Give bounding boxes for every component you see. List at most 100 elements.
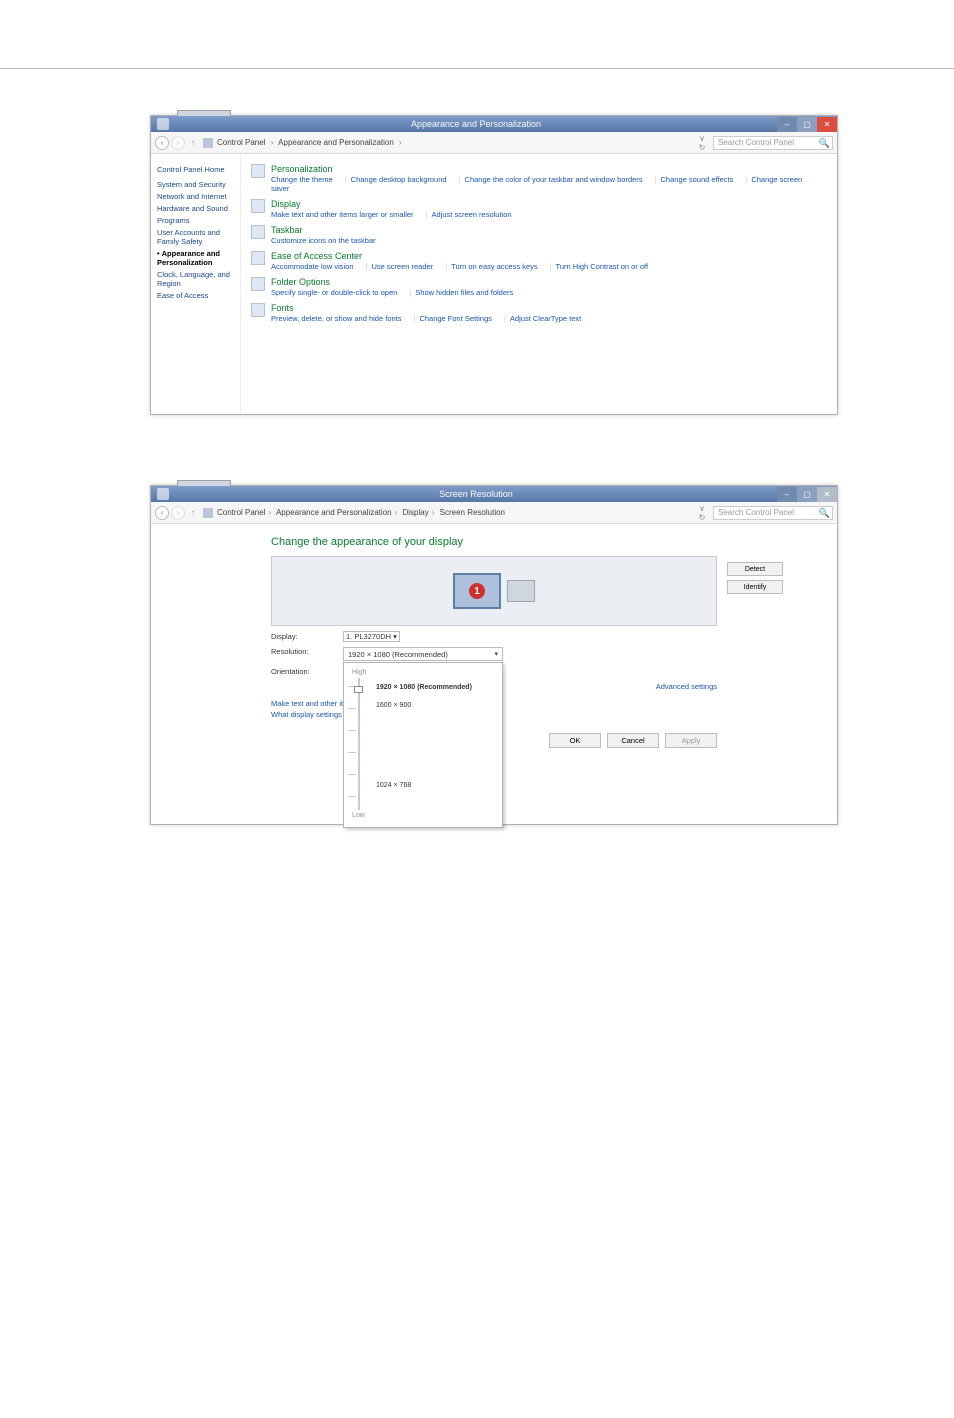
display-select[interactable]: 1. PL3270DH ▾: [343, 631, 400, 642]
sidebar-item[interactable]: User Accounts and Family Safety: [157, 228, 234, 246]
category-icon: [251, 199, 265, 213]
sidebar-item[interactable]: Network and Internet: [157, 192, 234, 201]
maximize-button[interactable]: ▢: [797, 117, 817, 132]
search-input[interactable]: Search Control Panel 🔍: [713, 136, 833, 150]
category-links: Preview, delete, or show and hide fonts|…: [271, 314, 827, 323]
category-link[interactable]: Customize icons on the taskbar: [271, 236, 376, 245]
refresh-button[interactable]: ∨ ↻: [695, 504, 709, 522]
slider-top-label: High: [352, 669, 494, 676]
breadcrumb-item[interactable]: Screen Resolution: [440, 508, 505, 517]
search-icon: 🔍: [819, 138, 830, 149]
monitor-number-badge: 1: [469, 583, 485, 599]
category-links: Customize icons on the taskbar: [271, 236, 827, 245]
category-links: Accommodate low vision|Use screen reader…: [271, 262, 827, 271]
category-link[interactable]: Turn on easy access keys: [451, 262, 537, 271]
category-heading[interactable]: Fonts: [271, 303, 827, 313]
category-link[interactable]: Change Font Settings: [419, 314, 492, 323]
category-row: TaskbarCustomize icons on the taskbar: [251, 225, 827, 245]
category-row: Folder OptionsSpecify single- or double-…: [251, 277, 827, 297]
forward-button[interactable]: ›: [171, 136, 185, 150]
category-heading[interactable]: Personalization: [271, 164, 827, 174]
breadcrumb-item[interactable]: Appearance and Personalization: [278, 138, 394, 147]
sidebar-item[interactable]: Programs: [157, 216, 234, 225]
sidebar-item-active[interactable]: Appearance and Personalization: [157, 249, 234, 267]
breadcrumb[interactable]: Control Panel› Appearance and Personaliz…: [217, 508, 505, 517]
category-link[interactable]: Preview, delete, or show and hide fonts: [271, 314, 402, 323]
category-link[interactable]: Change sound effects: [661, 175, 734, 184]
resolution-popup[interactable]: High: [343, 662, 503, 828]
sidebar-item[interactable]: Clock, Language, and Region: [157, 270, 234, 288]
titlebar[interactable]: Appearance and Personalization – ▢ ✕: [151, 116, 837, 132]
display-preview[interactable]: 1: [271, 556, 717, 626]
ok-button[interactable]: OK: [549, 733, 601, 748]
category-link[interactable]: Make text and other items larger or smal…: [271, 210, 414, 219]
breadcrumb-item[interactable]: Display: [402, 508, 428, 517]
apply-button[interactable]: Apply: [665, 733, 717, 748]
sidebar-item[interactable]: System and Security: [157, 180, 234, 189]
up-button[interactable]: ↑: [191, 508, 195, 517]
category-link[interactable]: Use screen reader: [372, 262, 434, 271]
location-icon: [203, 508, 213, 518]
breadcrumb-item[interactable]: Control Panel: [217, 138, 265, 147]
minimize-button[interactable]: –: [777, 117, 797, 132]
refresh-button[interactable]: ∨ ↻: [695, 134, 709, 152]
identify-button[interactable]: Identify: [727, 580, 783, 594]
minimize-button[interactable]: –: [777, 487, 797, 502]
category-icon: [251, 303, 265, 317]
category-heading[interactable]: Ease of Access Center: [271, 251, 827, 261]
category-link[interactable]: Adjust screen resolution: [432, 210, 512, 219]
sidebar-item[interactable]: Ease of Access: [157, 291, 234, 300]
search-input[interactable]: Search Control Panel 🔍: [713, 506, 833, 520]
close-button[interactable]: ✕: [817, 487, 837, 502]
category-link[interactable]: Change the theme: [271, 175, 333, 184]
cancel-button[interactable]: Cancel: [607, 733, 659, 748]
page-heading: Change the appearance of your display: [271, 536, 717, 548]
app-icon: [157, 488, 169, 500]
content-pane: PersonalizationChange the theme|Change d…: [241, 154, 837, 414]
category-link[interactable]: Show hidden files and folders: [415, 288, 513, 297]
category-row: PersonalizationChange the theme|Change d…: [251, 164, 827, 193]
slider-thumb[interactable]: [354, 686, 363, 693]
back-button[interactable]: ‹: [155, 136, 169, 150]
sidebar-home[interactable]: Control Panel Home: [157, 165, 234, 174]
breadcrumb-item[interactable]: Control Panel: [217, 508, 265, 517]
breadcrumb[interactable]: Control Panel › Appearance and Personali…: [217, 138, 405, 147]
detect-button[interactable]: Detect: [727, 562, 783, 576]
category-links: Specify single- or double-click to open|…: [271, 288, 827, 297]
category-link[interactable]: Accommodate low vision: [271, 262, 354, 271]
resolution-option[interactable]: 1600 × 900: [376, 696, 494, 714]
titlebar[interactable]: Screen Resolution – ▢ ✕: [151, 486, 837, 502]
app-icon: [157, 118, 169, 130]
category-heading[interactable]: Taskbar: [271, 225, 827, 235]
resolution-slider[interactable]: [352, 678, 366, 810]
category-links: Make text and other items larger or smal…: [271, 210, 827, 219]
resolution-option[interactable]: 1024 × 768: [376, 776, 494, 794]
monitor-2-icon[interactable]: [507, 580, 535, 602]
category-icon: [251, 164, 265, 178]
resolution-option[interactable]: 1920 × 1080 (Recommended): [376, 678, 494, 696]
close-button[interactable]: ✕: [817, 117, 837, 132]
window-title: Appearance and Personalization: [175, 119, 777, 129]
search-placeholder: Search Control Panel: [718, 508, 794, 517]
category-heading[interactable]: Display: [271, 199, 827, 209]
category-link[interactable]: Turn High Contrast on or off: [556, 262, 649, 271]
sidebar-item[interactable]: Hardware and Sound: [157, 204, 234, 213]
category-links: Change the theme|Change desktop backgrou…: [271, 175, 827, 193]
category-icon: [251, 225, 265, 239]
window-title: Screen Resolution: [175, 489, 777, 499]
up-button[interactable]: ↑: [191, 138, 195, 147]
sidebar: Control Panel Home System and Security N…: [151, 154, 241, 414]
advanced-settings-link[interactable]: Advanced settings: [656, 682, 717, 691]
category-link[interactable]: Specify single- or double-click to open: [271, 288, 397, 297]
category-link[interactable]: Adjust ClearType text: [510, 314, 581, 323]
breadcrumb-item[interactable]: Appearance and Personalization: [276, 508, 392, 517]
monitor-1-icon[interactable]: 1: [453, 573, 501, 609]
resolution-label: Resolution:: [271, 647, 343, 656]
resolution-select[interactable]: 1920 × 1080 (Recommended) ▾: [343, 647, 503, 661]
category-link[interactable]: Change desktop background: [351, 175, 447, 184]
category-link[interactable]: Change the color of your taskbar and win…: [465, 175, 643, 184]
forward-button[interactable]: ›: [171, 506, 185, 520]
back-button[interactable]: ‹: [155, 506, 169, 520]
category-heading[interactable]: Folder Options: [271, 277, 827, 287]
maximize-button[interactable]: ▢: [797, 487, 817, 502]
